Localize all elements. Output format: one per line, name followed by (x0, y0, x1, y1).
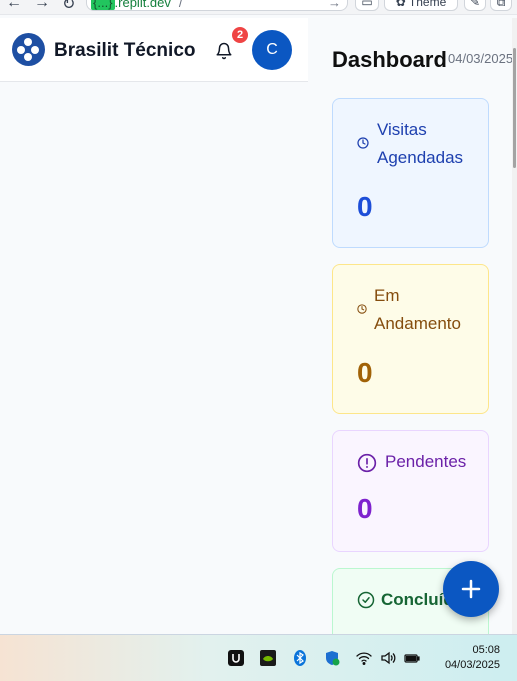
clock-time: 05:08 (472, 644, 500, 656)
card-pendentes[interactable]: Pendentes 0 (332, 430, 489, 552)
scrollbar-thumb[interactable] (513, 48, 516, 168)
address-bar[interactable]: {...} .replit.dev / → (86, 0, 348, 11)
card-visitas-agendadas[interactable]: Visitas Agendadas 0 (332, 98, 489, 248)
current-date: 04/03/2025 (448, 51, 514, 66)
theme-icon: ✿ (395, 0, 406, 9)
theme-button[interactable]: ✿ Theme (384, 0, 458, 11)
volume-icon[interactable] (380, 650, 396, 666)
brand-logo-icon (12, 33, 45, 66)
app-header: Brasilit Técnico 2 C (0, 18, 308, 82)
card-label: Visitas Agendadas (377, 120, 464, 167)
bluetooth-icon[interactable] (292, 650, 308, 666)
card-value: 0 (357, 191, 373, 222)
devices-icon[interactable]: ▭ (355, 0, 379, 11)
card-value: 0 (357, 357, 373, 388)
card-label: Em Andamento (374, 286, 461, 333)
alert-circle-icon (357, 453, 377, 473)
edit-icon[interactable]: ✎ (464, 0, 486, 11)
brand-name: Brasilit Técnico (54, 40, 196, 61)
page-scrollbar[interactable] (512, 18, 517, 634)
back-icon[interactable]: ← (6, 0, 22, 12)
card-label: Pendentes (385, 452, 467, 471)
notification-badge: 2 (232, 27, 248, 43)
url-domain: .replit.dev (114, 0, 171, 10)
plus-icon (461, 579, 481, 599)
go-arrow-icon[interactable]: → (328, 0, 341, 12)
bell-icon[interactable] (215, 42, 233, 60)
forward-icon[interactable]: → (34, 0, 50, 12)
security-shield-icon[interactable] (324, 650, 340, 666)
url-path: / (178, 0, 183, 10)
page-title: Dashboard (332, 47, 447, 72)
timer-icon (357, 304, 367, 314)
battery-icon[interactable] (404, 650, 420, 666)
theme-label: Theme (408, 0, 447, 9)
reload-icon[interactable]: ↻ (62, 0, 75, 14)
user-avatar[interactable]: C (252, 30, 292, 70)
system-clock[interactable]: 05:08 04/03/2025 (430, 643, 500, 673)
wifi-icon[interactable] (356, 650, 372, 666)
url-host: {...} (91, 0, 115, 10)
browser-toolbar: ← → ↻ {...} .replit.dev / → ▭ ✿ Theme ✎ ⧉ (0, 0, 517, 15)
clock-icon (357, 137, 369, 149)
open-new-tab-icon[interactable]: ⧉ (490, 0, 512, 11)
app-tray-icon[interactable] (228, 650, 244, 666)
clock-date: 04/03/2025 (444, 659, 500, 671)
add-button[interactable] (443, 561, 499, 617)
nvidia-icon[interactable] (260, 650, 276, 666)
card-em-andamento[interactable]: Em Andamento 0 (332, 264, 489, 414)
card-value: 0 (357, 493, 373, 524)
check-circle-icon (357, 591, 375, 609)
taskbar: 05:08 04/03/2025 (0, 634, 517, 681)
